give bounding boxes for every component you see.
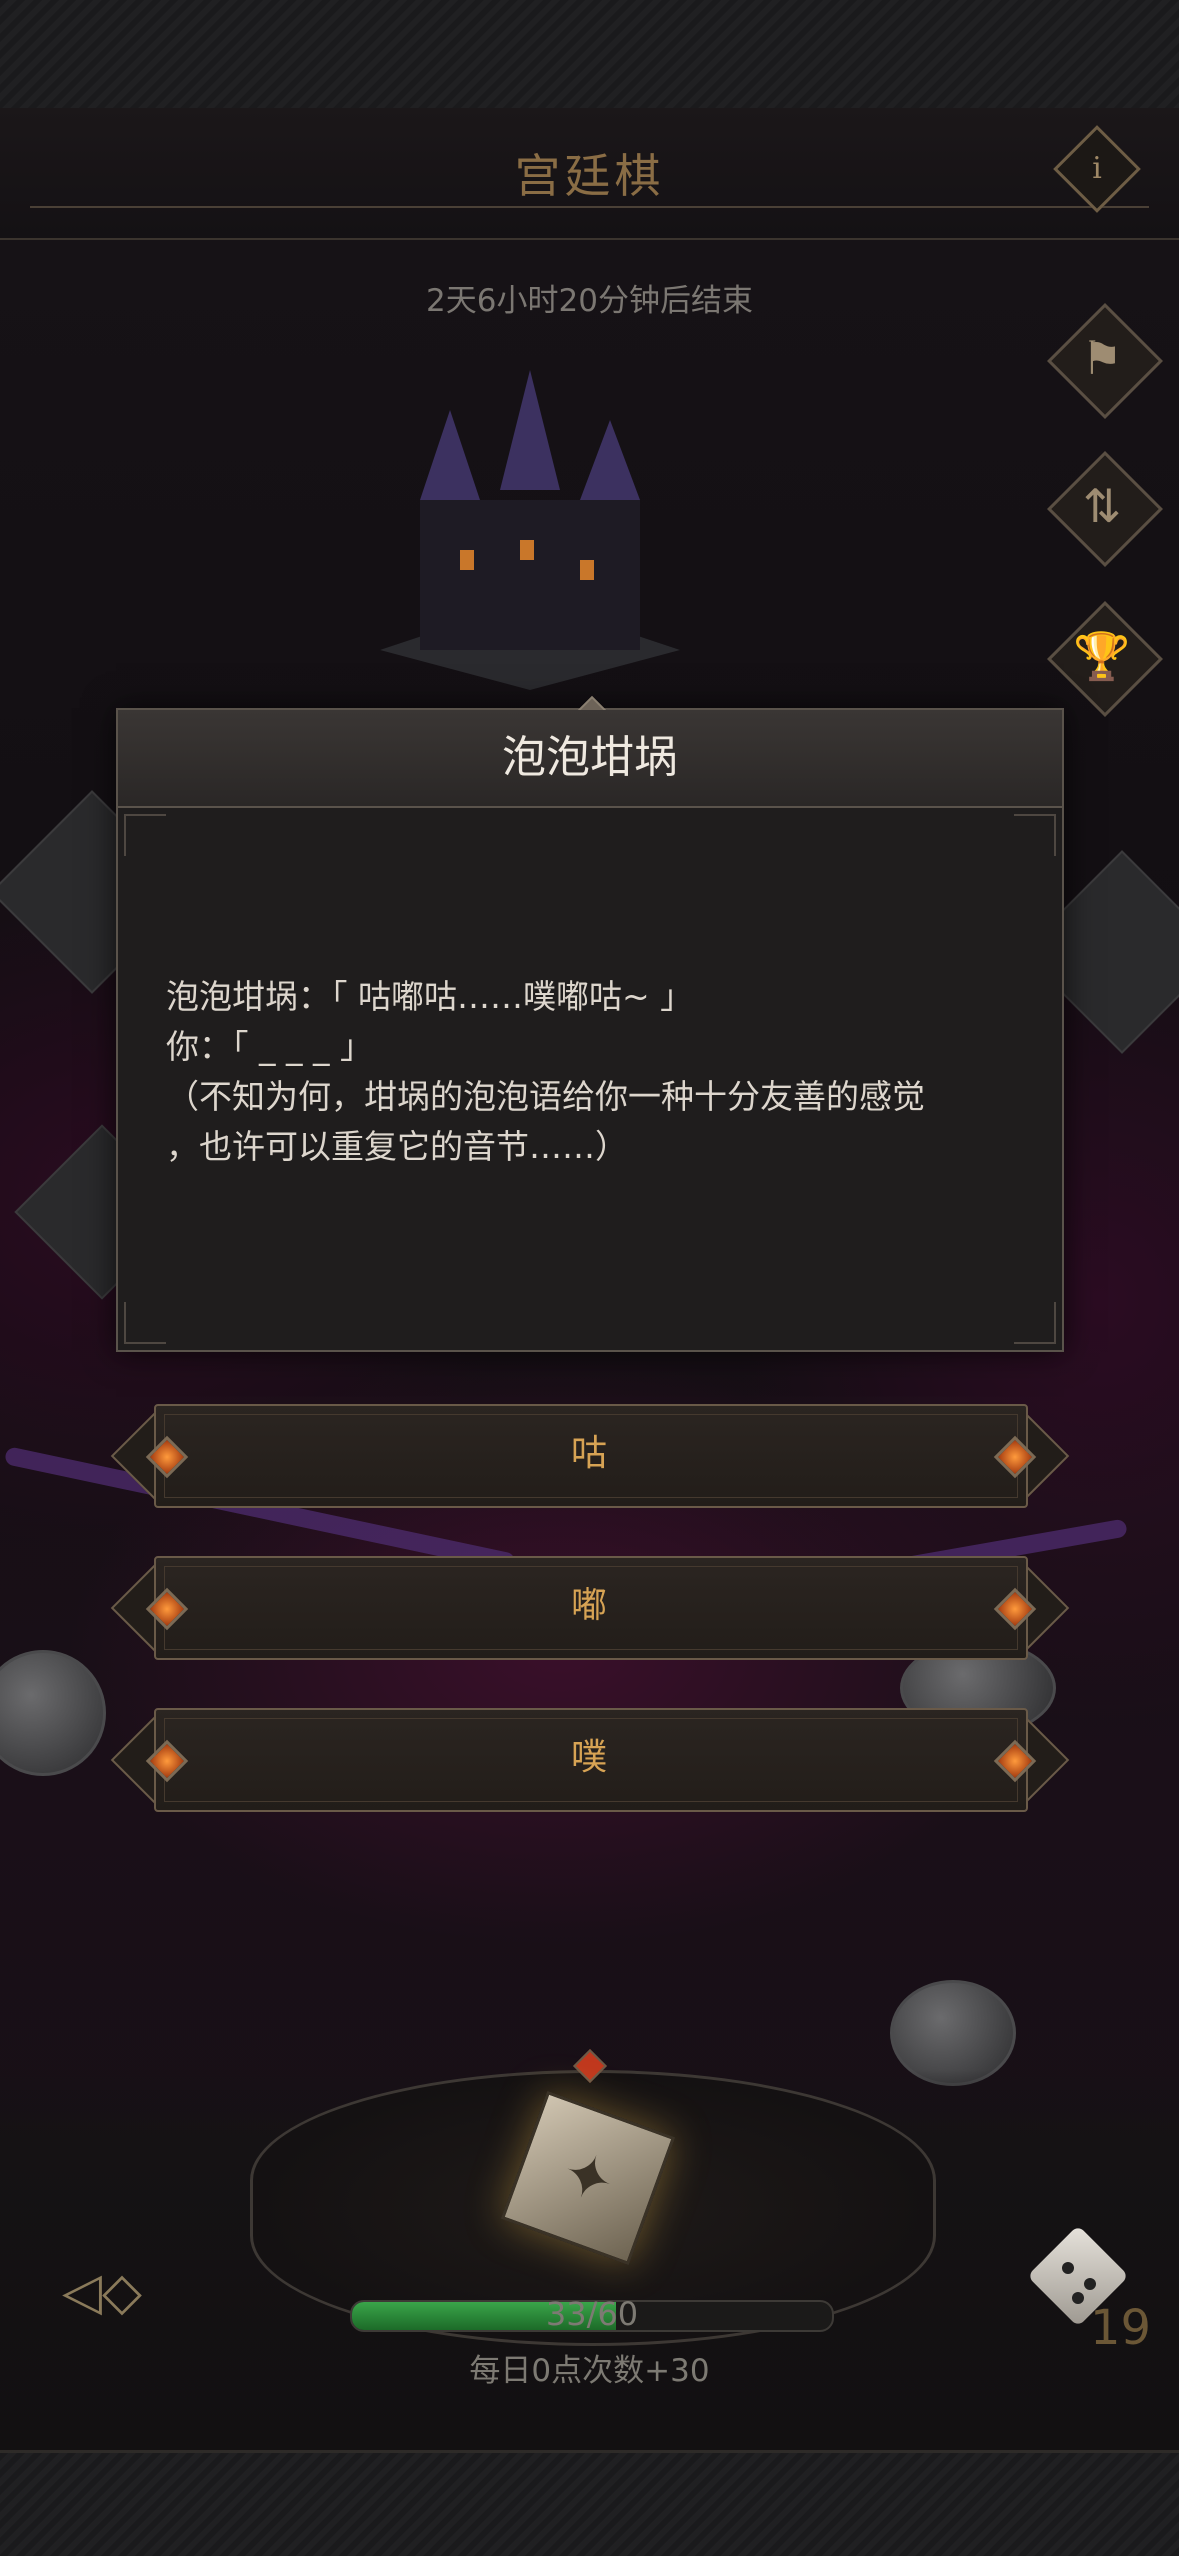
daily-reset-text: 每日0点次数+30 xyxy=(469,2353,710,2389)
corner-ornament xyxy=(1014,814,1056,856)
corner-ornament xyxy=(124,1302,166,1344)
corner-ornament xyxy=(124,814,166,856)
event-dialog: 泡泡坩埚 泡泡坩埚：「 咕嘟咕……噗嘟咕~ 」 你：「 _ _ _ 」 （不知为… xyxy=(116,695,1064,1352)
top-decor-bar xyxy=(0,0,1179,111)
option-label: 嘟 xyxy=(570,1585,607,1626)
game-scene: 宫廷棋 i 2天6小时20分钟后结束 ⚑ ⇅ 🏆 泡泡坩埚 泡泡坩埚：「 咕嘟咕… xyxy=(0,0,1179,2556)
side-button-swap[interactable]: ⇅ xyxy=(1046,450,1163,567)
info-icon: i xyxy=(1092,151,1102,186)
back-arrow-icon[interactable]: ◁◇ xyxy=(62,2262,182,2322)
side-button-banner[interactable]: ⚑ xyxy=(1046,302,1163,419)
dice-count: 19 xyxy=(1090,2300,1152,2356)
page-title: 宫廷棋 xyxy=(514,149,665,203)
option-label: 噗 xyxy=(570,1737,607,1778)
option-label: 咕 xyxy=(570,1433,607,1474)
dialog-line: ，也许可以重复它的音节……） xyxy=(166,1127,628,1166)
bottom-decor-bar xyxy=(0,2450,1179,2556)
option-button-du[interactable]: 嘟 xyxy=(110,1556,1070,1660)
option-button-gu[interactable]: 咕 xyxy=(110,1404,1070,1508)
dialog-line: 你：「 _ _ _ 」 xyxy=(166,1027,373,1066)
coin xyxy=(0,1650,106,1776)
side-button-trophy[interactable]: 🏆 xyxy=(1046,600,1163,717)
corner-ornament xyxy=(1014,1302,1056,1344)
dialog-line: （不知为何，坩埚的泡泡语给你一种十分友善的感觉 xyxy=(166,1077,925,1116)
banner-icon: ⚑ xyxy=(1081,331,1123,385)
option-button-pu[interactable]: 噗 xyxy=(110,1708,1070,1812)
dialog-text: 泡泡坩埚：「 咕嘟咕……噗嘟咕~ 」 你：「 _ _ _ 」 （不知为何，坩埚的… xyxy=(166,972,1026,1172)
castle-image xyxy=(380,370,680,690)
progress-text: 33/60 xyxy=(545,2295,639,2333)
event-timer: 2天6小时20分钟后结束 xyxy=(426,283,753,319)
dialog-line: 泡泡坩埚：「 咕嘟咕……噗嘟咕~ 」 xyxy=(166,977,694,1016)
dialog-title: 泡泡坩埚 xyxy=(502,732,678,783)
dialog-header: 泡泡坩埚 xyxy=(118,710,1062,808)
trophy-icon: 🏆 xyxy=(1073,629,1131,683)
swap-arrows-icon: ⇅ xyxy=(1082,479,1122,533)
